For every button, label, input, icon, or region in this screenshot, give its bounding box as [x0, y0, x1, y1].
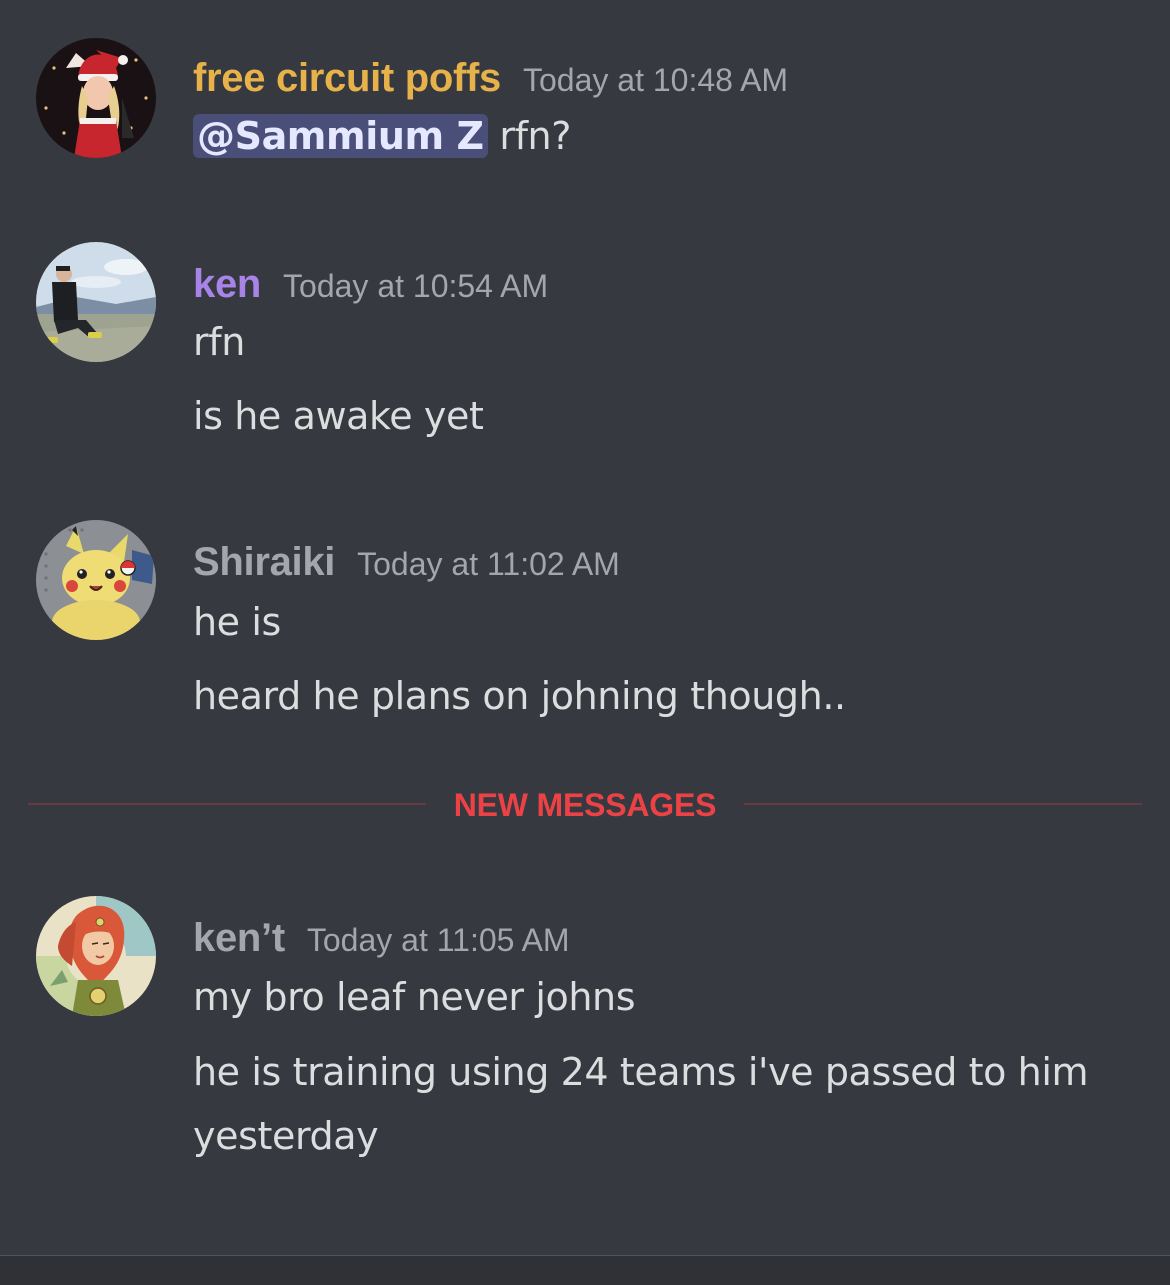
new-messages-label: NEW MESSAGES [425, 787, 745, 823]
message-line: my bro leaf never johns [193, 975, 636, 1019]
message-line: he is training using 24 teams i've passe… [193, 1050, 1089, 1158]
username[interactable]: ken [193, 262, 261, 306]
message-header: ken Today at 10:54 AM [193, 264, 548, 304]
username[interactable]: Shiraiki [193, 540, 335, 584]
message-header: free circuit poffs Today at 10:48 AM [193, 58, 788, 98]
santa-hat-girl-avatar-icon [36, 38, 156, 158]
user-avatar[interactable] [36, 242, 156, 362]
user-mention[interactable]: @Sammium Z [193, 114, 488, 158]
message-header: Shiraiki Today at 11:02 AM [193, 542, 620, 582]
chat-input-area[interactable] [0, 1255, 1170, 1285]
user-avatar[interactable] [36, 896, 156, 1016]
message-text: rfn? [487, 114, 572, 158]
username[interactable]: free circuit poffs [193, 56, 501, 100]
mountain-hiker-avatar-icon [36, 242, 156, 362]
message-line: is he awake yet [193, 394, 484, 438]
pikachu-plush-avatar-icon [36, 520, 156, 640]
message-line: heard he plans on johning though.. [193, 674, 846, 718]
timestamp: Today at 10:48 AM [523, 62, 789, 98]
message-line: he is [193, 600, 281, 644]
timestamp: Today at 11:05 AM [306, 922, 570, 958]
message-line: rfn [193, 320, 245, 364]
red-hair-girl-avatar-icon [36, 896, 156, 1016]
message-line: @Sammium Z rfn? [193, 114, 571, 160]
message-header: ken’t Today at 11:05 AM [193, 918, 570, 958]
timestamp: Today at 11:02 AM [357, 546, 620, 582]
new-messages-label-wrap: NEW MESSAGES [0, 787, 1170, 823]
new-messages-divider [28, 803, 1142, 805]
timestamp: Today at 10:54 AM [283, 268, 549, 304]
user-avatar[interactable] [36, 38, 156, 158]
username[interactable]: ken’t [193, 916, 285, 960]
user-avatar[interactable] [36, 520, 156, 640]
